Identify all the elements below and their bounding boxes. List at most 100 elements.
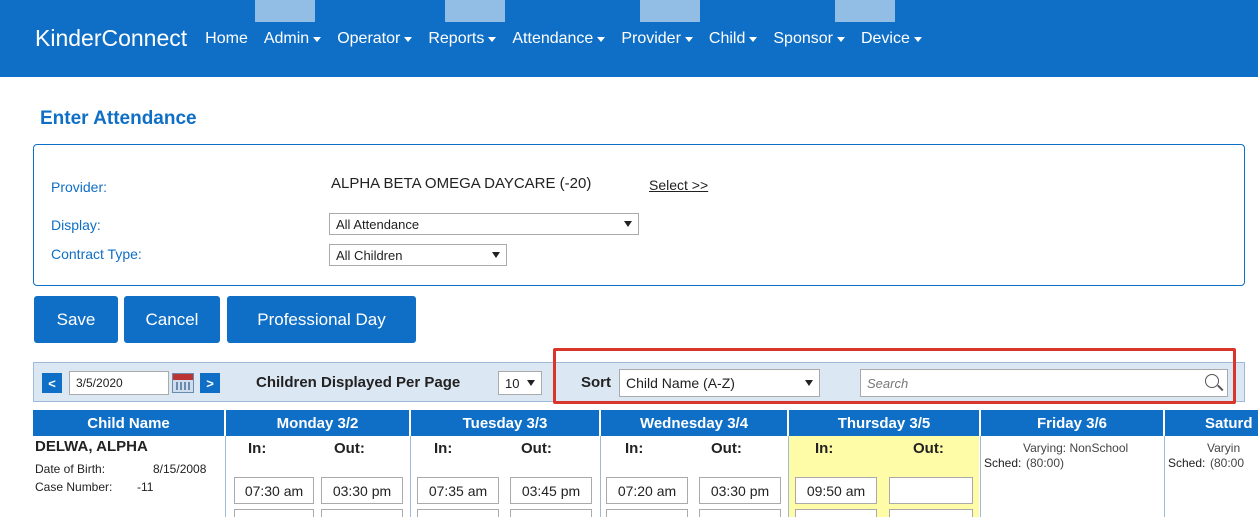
watermark-shape — [255, 0, 315, 22]
dropdown-arrow-icon — [492, 252, 500, 258]
nav-operator[interactable]: Operator — [337, 29, 413, 48]
monday-in-label: In: — [248, 440, 267, 457]
monday-out-time[interactable]: 03:30 pm — [321, 477, 403, 504]
column-divider — [1164, 436, 1165, 517]
friday-sched-value: Varying: NonSchool — [1023, 441, 1129, 455]
thursday-out-time[interactable] — [889, 477, 973, 504]
nav-attendance-label: Attendance — [512, 29, 594, 47]
attendance-grid: Child Name Monday 3/2 Tuesday 3/3 Wednes… — [33, 410, 1258, 517]
nav-attendance[interactable]: Attendance — [512, 29, 606, 48]
tuesday-in-time-2[interactable] — [417, 509, 499, 517]
saturday-sched-value: Varyin — [1207, 441, 1241, 455]
header-wednesday: Wednesday 3/4 — [601, 410, 787, 436]
filter-panel: Provider: ALPHA BETA OMEGA DAYCARE (-20)… — [33, 144, 1245, 286]
tuesday-in-label: In: — [434, 440, 453, 457]
nav-device-label: Device — [860, 29, 910, 47]
select-provider-link[interactable]: Select >> — [649, 177, 708, 193]
display-select[interactable]: All Attendance — [329, 213, 639, 235]
children-per-page-value: 10 — [505, 375, 520, 391]
monday-out-label: Out: — [334, 440, 365, 457]
children-per-page-select[interactable]: 10 — [498, 371, 542, 395]
next-week-button[interactable]: > — [200, 373, 220, 393]
monday-in-time[interactable]: 07:30 am — [234, 477, 314, 504]
thursday-out-time-2[interactable] — [889, 509, 973, 517]
wednesday-out-time-2[interactable] — [699, 509, 781, 517]
contract-type-label: Contract Type: — [51, 246, 142, 262]
saturday-sched-label: Sched: — [1168, 456, 1206, 470]
save-button[interactable]: Save — [34, 296, 118, 343]
tuesday-out-time-2[interactable] — [510, 509, 592, 517]
header-thursday: Thursday 3/5 — [789, 410, 979, 436]
wednesday-out-label: Out: — [711, 440, 742, 457]
nav-child-label: Child — [708, 29, 746, 47]
brand-logo[interactable]: KinderConnect — [35, 25, 187, 52]
column-divider — [410, 436, 411, 517]
nav-admin-label: Admin — [263, 29, 310, 47]
saturday-sched-hours: (80:00 — [1210, 456, 1245, 470]
provider-value: ALPHA BETA OMEGA DAYCARE (-20) — [331, 175, 592, 192]
caret-down-icon — [313, 37, 322, 42]
nav-home[interactable]: Home — [205, 30, 248, 48]
nav-sponsor[interactable]: Sponsor — [773, 30, 845, 48]
nav-operator-label: Operator — [337, 29, 401, 47]
watermark-shape — [640, 0, 700, 22]
child-name[interactable]: DELWA, ALPHA — [35, 438, 148, 455]
calendar-icon[interactable] — [172, 373, 194, 393]
column-divider — [980, 436, 981, 517]
caret-down-icon — [597, 37, 606, 42]
caret-down-icon — [913, 37, 922, 42]
wednesday-in-label: In: — [625, 440, 644, 457]
contract-type-value: All Children — [336, 247, 403, 263]
watermark-shape — [445, 0, 505, 22]
tuesday-out-label: Out: — [521, 440, 552, 457]
dropdown-arrow-icon — [527, 380, 535, 386]
date-input[interactable]: 3/5/2020 — [69, 371, 169, 395]
nav-admin[interactable]: Admin — [263, 29, 322, 48]
nav-sponsor-label: Sponsor — [773, 29, 833, 47]
header-saturday: Saturd — [1165, 410, 1258, 436]
display-select-value: All Attendance — [336, 216, 420, 232]
previous-week-button[interactable]: < — [42, 373, 62, 393]
friday-sched-hours: (80:00) — [1026, 456, 1065, 470]
column-divider — [600, 436, 601, 517]
nav-child[interactable]: Child — [708, 29, 758, 48]
caret-down-icon — [404, 37, 413, 42]
thursday-in-time[interactable]: 09:50 am — [795, 477, 877, 504]
nav-reports[interactable]: Reports — [428, 29, 497, 48]
tuesday-in-time[interactable]: 07:35 am — [417, 477, 499, 504]
contract-type-select[interactable]: All Children — [329, 244, 507, 266]
top-nav: KinderConnect Home Admin Operator Report… — [0, 0, 1258, 77]
nav-provider[interactable]: Provider — [621, 30, 693, 48]
wednesday-in-time-2[interactable] — [606, 509, 688, 517]
friday-sched-label: Sched: — [984, 456, 1022, 470]
monday-in-time-2[interactable] — [234, 509, 314, 517]
dropdown-arrow-icon — [624, 221, 632, 227]
caret-down-icon — [488, 37, 497, 42]
caret-down-icon — [684, 37, 693, 42]
highlight-box — [553, 348, 1236, 404]
header-child-name: Child Name — [33, 410, 224, 436]
cancel-button[interactable]: Cancel — [124, 296, 220, 343]
monday-out-time-2[interactable] — [321, 509, 403, 517]
thursday-in-label: In: — [815, 440, 834, 457]
column-divider — [225, 436, 226, 517]
nav-home-label: Home — [205, 29, 248, 47]
thursday-out-label: Out: — [913, 440, 944, 457]
nav-device[interactable]: Device — [861, 30, 922, 48]
watermark-shape — [835, 0, 895, 22]
wednesday-in-time[interactable]: 07:20 am — [606, 477, 688, 504]
nav-reports-label: Reports — [428, 29, 485, 47]
provider-label: Provider: — [51, 179, 108, 195]
header-tuesday: Tuesday 3/3 — [411, 410, 599, 436]
professional-day-button[interactable]: Professional Day — [227, 296, 416, 343]
wednesday-out-time[interactable]: 03:30 pm — [699, 477, 781, 504]
thursday-in-time-2[interactable] — [795, 509, 877, 517]
caret-down-icon — [749, 37, 758, 42]
dob-label: Date of Birth: — [35, 462, 106, 476]
case-number-label: Case Number: — [35, 480, 113, 494]
caret-down-icon — [836, 37, 845, 42]
tuesday-out-time[interactable]: 03:45 pm — [510, 477, 592, 504]
display-label: Display: — [51, 217, 101, 233]
case-number-value: -11 — [137, 480, 154, 494]
column-divider — [788, 436, 789, 517]
